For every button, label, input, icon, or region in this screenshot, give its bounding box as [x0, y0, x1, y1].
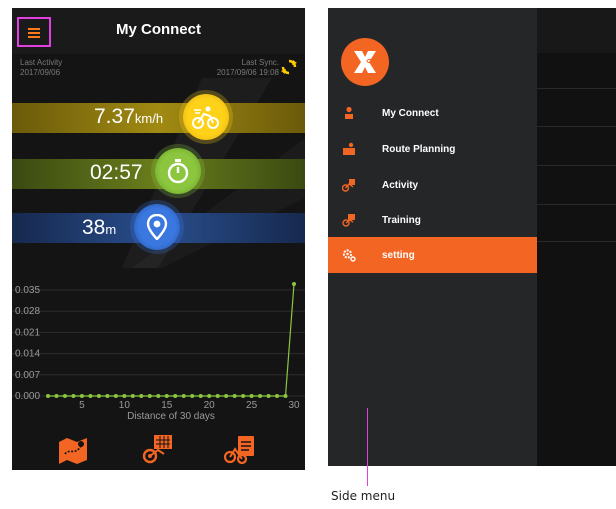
data-point — [130, 394, 135, 398]
last-activity-label: Last Activity — [20, 58, 63, 67]
training-icon — [342, 214, 355, 227]
x-tick-label: 15 — [161, 400, 173, 411]
data-point — [181, 394, 186, 398]
menu-item-label: My Connect — [382, 107, 439, 119]
gear-icon — [342, 249, 356, 262]
dimmed-content[interactable] — [537, 8, 616, 466]
y-tick-label: 0.021 — [15, 327, 40, 338]
altitude-value: 38 — [82, 216, 106, 239]
altitude-badge[interactable] — [134, 204, 180, 250]
menu-item-setting[interactable]: setting — [328, 237, 537, 273]
menu-item-label: Training — [382, 214, 421, 226]
route-icon — [343, 142, 355, 155]
speed-unit: km/h — [134, 111, 164, 126]
bike-calendar-icon[interactable] — [142, 434, 174, 464]
top-bar: My Connect — [12, 8, 305, 54]
data-point — [147, 394, 152, 398]
data-point — [224, 394, 229, 398]
data-point — [62, 394, 67, 398]
x-tick-label: 30 — [288, 400, 300, 411]
series-line — [48, 283, 295, 397]
y-tick-label: 0.007 — [15, 370, 40, 381]
side-menu-screen: My Connect Route Planning Activity Train… — [328, 8, 616, 466]
page-title: My Connect — [115, 21, 201, 38]
x-tick-label: 25 — [246, 400, 258, 411]
menu-item-route-planning[interactable]: Route Planning — [328, 131, 537, 167]
menu-item-label: Activity — [382, 179, 419, 191]
data-point — [207, 394, 212, 398]
stopwatch-icon — [167, 159, 189, 184]
x-axis-label: Distance of 30 days — [127, 411, 215, 422]
side-menu: My Connect Route Planning Activity Train… — [328, 8, 537, 466]
x-tick-label: 10 — [119, 400, 131, 411]
y-tick-label: 0.000 — [15, 391, 40, 402]
last-sync-label: Last Sync. — [241, 58, 279, 67]
speed-value: 7.37 — [94, 105, 135, 128]
data-point — [283, 394, 288, 398]
data-point — [46, 394, 50, 398]
data-point — [258, 394, 263, 398]
last-sync-datetime: 2017/09/06 19:08 — [216, 68, 279, 77]
cycling-icon — [192, 106, 219, 129]
bike-icon — [342, 179, 355, 192]
data-point — [113, 394, 118, 398]
x-tick-label: 5 — [79, 400, 85, 411]
data-point — [198, 394, 203, 398]
data-point — [241, 394, 246, 398]
callout-label: Side menu — [331, 489, 396, 503]
location-pin-icon — [146, 214, 168, 240]
y-tick-label: 0.035 — [15, 285, 40, 296]
data-point — [71, 394, 76, 398]
x-tick-label: 20 — [204, 400, 216, 411]
duration-stat: 02:57 — [90, 161, 143, 185]
data-point — [79, 394, 84, 398]
last-activity: Last Activity 2017/09/06 — [20, 58, 62, 78]
distance-chart-svg: 0.000 0.007 0.014 0.021 0.028 0.035 5 10 15 20 25 3… — [12, 281, 305, 422]
x-logo-glyph — [354, 51, 376, 73]
data-point — [156, 394, 161, 398]
duration-value: 02:57 — [90, 161, 143, 184]
data-point — [275, 394, 280, 398]
data-point — [232, 394, 237, 398]
person-icon — [345, 106, 353, 119]
data-point — [266, 394, 271, 398]
sync-icon[interactable] — [281, 59, 297, 75]
menu-item-my-connect[interactable]: My Connect — [328, 95, 537, 131]
data-point — [96, 394, 101, 398]
data-point — [292, 281, 296, 286]
data-point — [122, 394, 127, 398]
y-tick-label: 0.028 — [15, 306, 40, 317]
altitude-stat: 38m — [82, 216, 116, 242]
last-activity-date: 2017/09/06 — [20, 68, 61, 77]
route-map-icon[interactable] — [57, 434, 89, 464]
data-point — [88, 394, 93, 398]
y-tick-label: 0.014 — [15, 349, 40, 360]
callout-line — [367, 408, 368, 486]
distance-chart: 0.000 0.007 0.014 0.021 0.028 0.035 5 10 15 20 25 3… — [12, 270, 305, 425]
menu-item-activity[interactable]: Activity — [328, 167, 537, 203]
data-point — [215, 394, 220, 398]
data-point — [139, 394, 144, 398]
bottom-nav — [12, 428, 305, 470]
data-point — [173, 394, 178, 398]
altitude-unit: m — [105, 222, 117, 237]
duration-badge[interactable] — [155, 148, 201, 194]
bike-clipboard-icon[interactable] — [224, 434, 256, 464]
menu-item-label: Route Planning — [382, 143, 456, 155]
data-point — [54, 394, 59, 398]
last-sync: Last Sync. 2017/09/06 19:08 — [217, 58, 279, 78]
data-point — [164, 394, 169, 398]
data-point — [105, 394, 110, 398]
data-point — [249, 394, 254, 398]
speed-badge[interactable] — [183, 94, 229, 140]
main-screen: My Connect Last Activity 2017/09/06 Last… — [12, 8, 305, 470]
x-logo-icon — [341, 38, 389, 86]
data-point — [190, 394, 195, 398]
menu-item-label: setting — [382, 249, 415, 261]
speed-stat: 7.37km/h — [94, 105, 163, 131]
menu-item-training[interactable]: Training — [328, 202, 537, 238]
